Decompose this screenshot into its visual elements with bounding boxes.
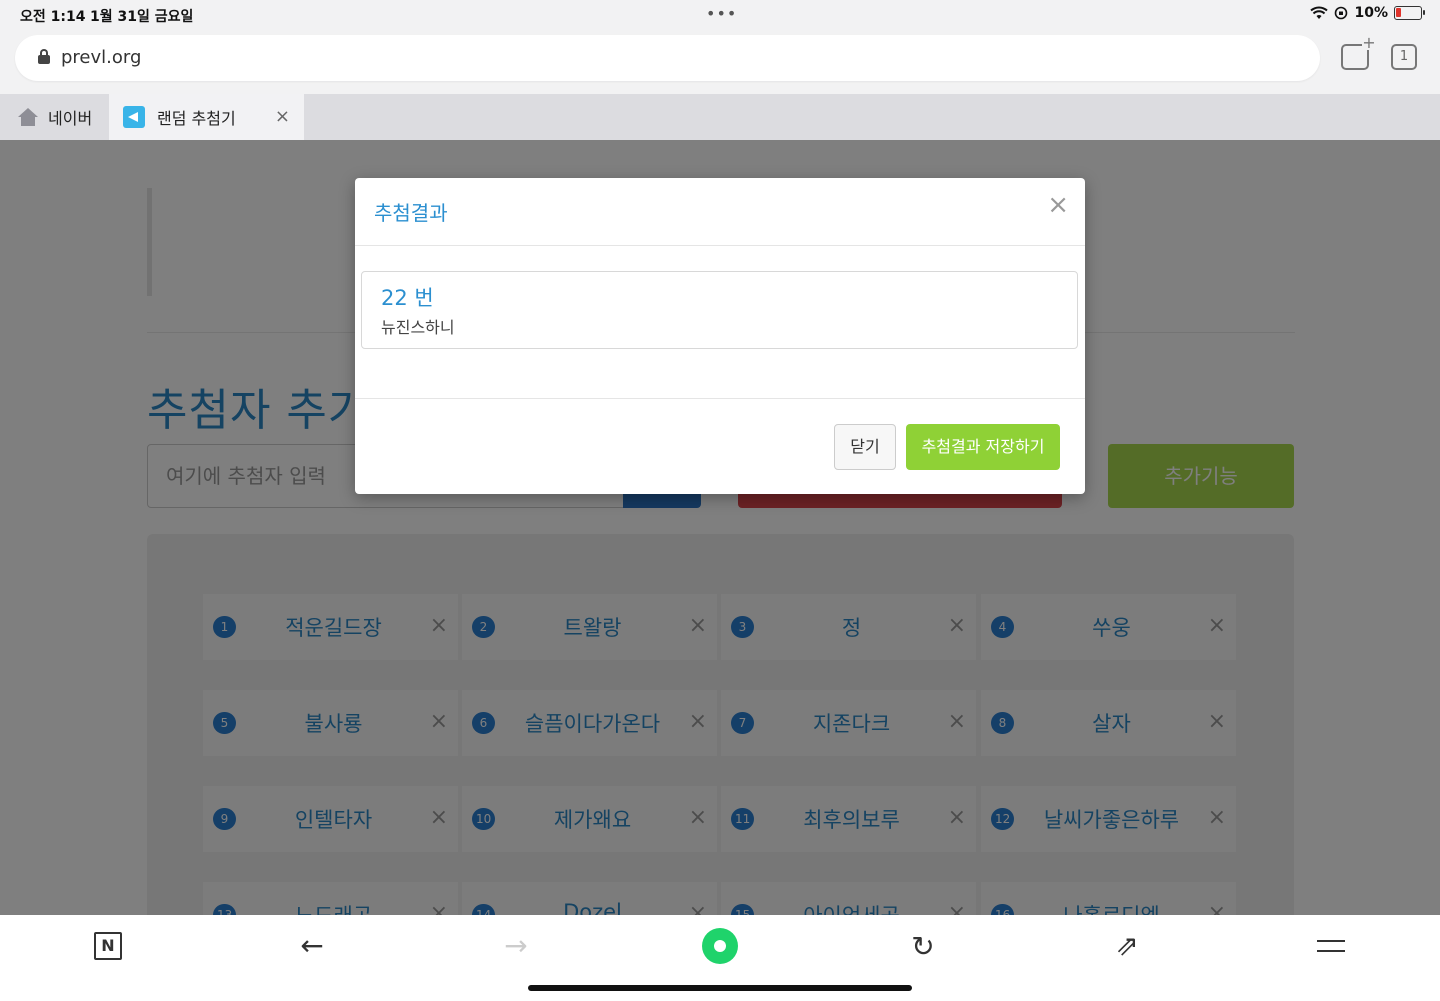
forward-arrow-icon: → [504,929,528,962]
bottom-toolbar: N ← → ↻ ⇗ [0,915,1440,1001]
green-dot-button[interactable] [700,928,740,964]
result-card: 22 번 뉴진스하니 [361,271,1078,349]
close-icon[interactable]: × [1047,192,1069,218]
result-modal: 추첨결과 × 22 번 뉴진스하니 닫기 추첨결과 저장하기 [355,178,1085,494]
forward-button[interactable]: → [496,929,536,963]
result-name: 뉴진스하니 [381,318,455,337]
back-button[interactable]: ← [292,929,332,963]
multitask-dots-icon[interactable]: ••• [706,4,737,23]
tab-bar: 네이버 랜덤 추첨기 × [0,94,1440,140]
url-text[interactable]: prevl.org [61,47,141,68]
tab-close-icon[interactable]: × [275,106,290,127]
address-bar-row: prevl.org + 1 [0,30,1440,94]
modal-title: 추첨결과 [374,201,448,225]
reload-button[interactable]: ↻ [903,929,943,963]
naver-icon: N [94,932,122,960]
modal-header-divider [355,245,1085,246]
close-button[interactable]: 닫기 [834,424,896,470]
address-bar[interactable]: prevl.org [15,35,1320,81]
tab-count-button[interactable]: 1 [1391,44,1417,70]
tab-label: 랜덤 추첨기 [157,109,236,128]
menu-icon [1317,940,1345,952]
lock-icon [38,49,50,64]
status-indicators: 10% [1310,5,1425,21]
result-number: 22 번 [381,286,434,310]
back-arrow-icon: ← [300,929,324,962]
wifi-icon [1310,6,1329,19]
orientation-lock-icon [1335,6,1348,20]
home-indicator[interactable] [528,985,912,991]
tab-naver[interactable]: 네이버 [0,94,108,140]
battery-percent: 10% [1354,5,1388,21]
green-dot-icon [702,928,738,964]
save-result-button[interactable]: 추첨결과 저장하기 [906,424,1060,470]
status-bar: 오전 1:14 1월 31일 금요일 ••• 10% [0,0,1440,30]
reload-icon: ↻ [911,929,935,963]
menu-button[interactable] [1311,929,1351,963]
favicon-icon [123,106,145,128]
modal-footer-divider [355,398,1085,399]
tab-label: 네이버 [48,109,93,128]
share-icon: ⇗ [1115,929,1139,962]
status-time: 오전 1:14 [20,9,86,25]
share-button[interactable]: ⇗ [1107,929,1147,963]
status-date: 1월 31일 금요일 [90,9,194,25]
battery-icon [1394,6,1425,20]
tab-random-draw[interactable]: 랜덤 추첨기 × [109,94,304,140]
home-icon [18,108,38,126]
new-tab-icon[interactable]: + [1341,35,1376,70]
naver-home-button[interactable]: N [88,929,128,963]
